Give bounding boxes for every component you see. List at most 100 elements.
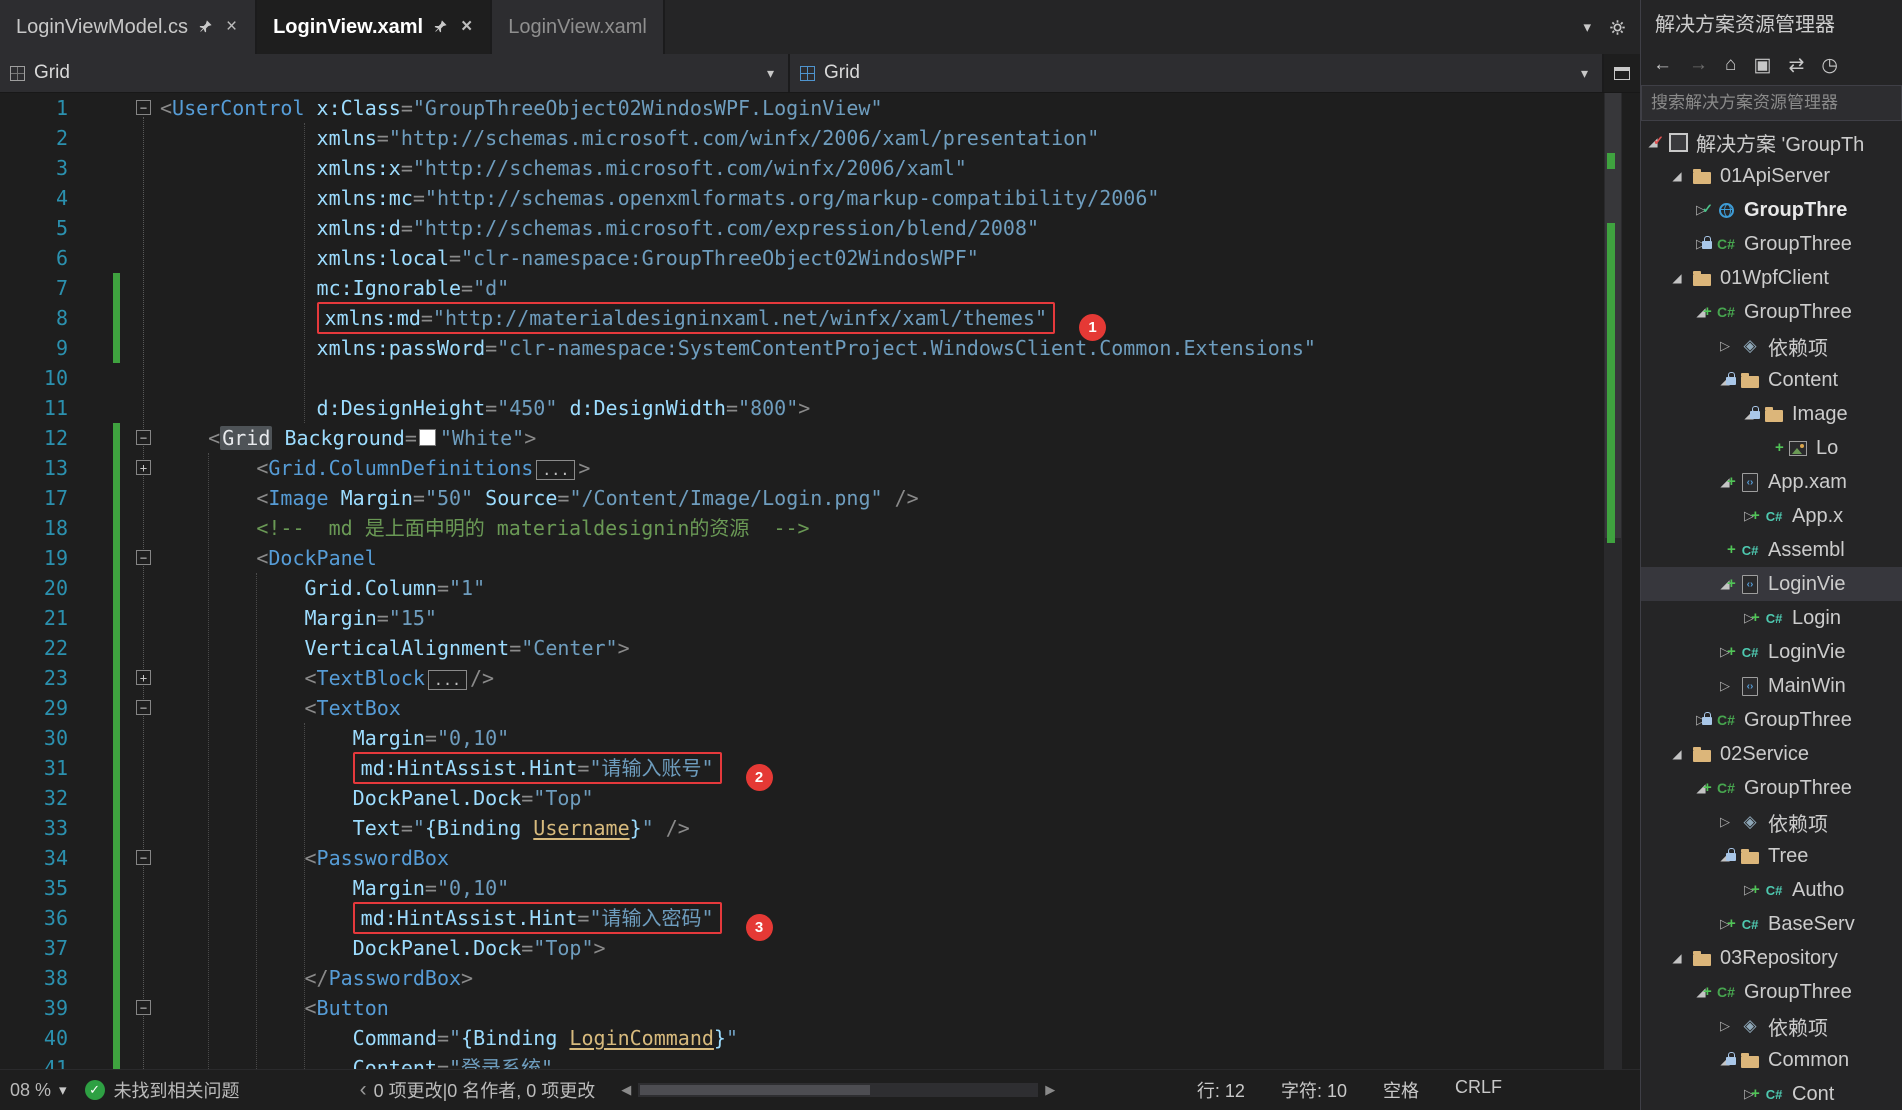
git-changes-indicator[interactable]: ‹ 0 项更改|0 名作者, 0 项更改 xyxy=(360,1077,596,1103)
tree-item[interactable]: ◢ ✓ 解决方案 'GroupTh xyxy=(1641,125,1902,159)
search-input[interactable] xyxy=(1641,85,1902,121)
code-line[interactable]: 9 xmlns:passWord="clr-namespace:SystemCo… xyxy=(0,333,1600,363)
tree-item[interactable]: ▷ ✓ GroupThre xyxy=(1641,193,1902,227)
code-line[interactable]: 6 xmlns:local="clr-namespace:GroupThreeO… xyxy=(0,243,1600,273)
code-line[interactable]: 37 DockPanel.Dock="Top"> xyxy=(0,933,1600,963)
tree-item[interactable]: + C# Assembl xyxy=(1641,533,1902,567)
fold-toggle[interactable]: − xyxy=(136,430,151,445)
tree-item[interactable]: ▷ + C# Login xyxy=(1641,601,1902,635)
fold-toggle[interactable]: − xyxy=(136,550,151,565)
expand-arrow[interactable]: ◢ xyxy=(1665,271,1689,285)
forward-icon[interactable]: → xyxy=(1689,54,1708,76)
fold-toggle[interactable]: − xyxy=(136,100,151,115)
tree-item[interactable]: ▷ ‹› MainWin xyxy=(1641,669,1902,703)
tree-item[interactable]: ▷ ◈ 依赖项 xyxy=(1641,1009,1902,1043)
fold-toggle[interactable]: − xyxy=(136,700,151,715)
code-line[interactable]: 3 xmlns:x="http://schemas.microsoft.com/… xyxy=(0,153,1600,183)
code-line[interactable]: 32 DockPanel.Dock="Top" xyxy=(0,783,1600,813)
tree-item[interactable]: ▷ + C# BaseServ xyxy=(1641,907,1902,941)
code-line[interactable]: 4 xmlns:mc="http://schemas.openxmlformat… xyxy=(0,183,1600,213)
expand-arrow[interactable]: ▷ xyxy=(1713,338,1737,354)
close-icon[interactable]: × xyxy=(459,16,474,38)
expand-arrow[interactable]: ▷ xyxy=(1713,1018,1737,1034)
code-line[interactable]: 20 Grid.Column="1" xyxy=(0,573,1600,603)
element-dropdown-right[interactable]: Grid ▾ xyxy=(790,54,1604,92)
tree-item[interactable]: ◢ 02Service xyxy=(1641,737,1902,771)
code-line[interactable]: 30 Margin="0,10" xyxy=(0,723,1600,753)
code-line[interactable]: 40 Command="{Binding LoginCommand}" xyxy=(0,1023,1600,1053)
tree-item[interactable]: ◢ + C# GroupThree xyxy=(1641,771,1902,805)
code-line[interactable]: 11 d:DesignHeight="450" d:DesignWidth="8… xyxy=(0,393,1600,423)
code-line[interactable]: 19 − <DockPanel xyxy=(0,543,1600,573)
tree-item[interactable]: ◢ Common xyxy=(1641,1043,1902,1077)
expand-arrow[interactable]: ▷ xyxy=(1713,814,1737,830)
code-line[interactable]: 34 − <PasswordBox xyxy=(0,843,1600,873)
horizontal-scrollbar[interactable]: ◀ ▶ xyxy=(621,1082,1055,1098)
split-editor-button[interactable] xyxy=(1604,54,1640,92)
code-line[interactable]: 23 + <TextBlock.../> xyxy=(0,663,1600,693)
scrollbar-track[interactable] xyxy=(638,1083,1039,1097)
code-line[interactable]: 22 VerticalAlignment="Center"> xyxy=(0,633,1600,663)
eol-indicator[interactable]: CRLF xyxy=(1455,1077,1502,1103)
expand-arrow[interactable]: ◢ xyxy=(1665,169,1689,183)
pending-changes-icon[interactable]: ◷ xyxy=(1821,54,1838,77)
tree-item[interactable]: ◢ 01WpfClient xyxy=(1641,261,1902,295)
tree-item[interactable]: ▷ ◈ 依赖项 xyxy=(1641,329,1902,363)
code-line[interactable]: 33 Text="{Binding Username}" /> xyxy=(0,813,1600,843)
window-list-caret-icon[interactable]: ▾ xyxy=(1583,18,1591,36)
scroll-left-icon[interactable]: ◀ xyxy=(621,1082,631,1098)
code-line[interactable]: 13 + <Grid.ColumnDefinitions... > xyxy=(0,453,1600,483)
home-icon[interactable]: ⌂ xyxy=(1725,54,1736,76)
compare-icon[interactable]: ⇄ xyxy=(1788,54,1804,77)
line-indicator[interactable]: 行: 12 xyxy=(1197,1077,1245,1103)
tree-item[interactable]: ◢ + ‹› LoginVie xyxy=(1641,567,1902,601)
code-line[interactable]: 8 xmlns:md="http://materialdesigninxaml.… xyxy=(0,302,1600,341)
collapsed-region[interactable]: ... xyxy=(427,670,468,690)
tree-item[interactable]: ▷ + C# LoginVie xyxy=(1641,635,1902,669)
code-line[interactable]: 7 mc:Ignorable="d" xyxy=(0,273,1600,303)
tree-item[interactable]: ▷ ◈ 依赖项 xyxy=(1641,805,1902,839)
tree-item[interactable]: ◢ 03Repository xyxy=(1641,941,1902,975)
tree-item[interactable]: ◢ Image xyxy=(1641,397,1902,431)
collapsed-region[interactable]: ... xyxy=(536,460,576,480)
code-line[interactable]: 2 xmlns="http://schemas.microsoft.com/wi… xyxy=(0,123,1600,153)
tree-item[interactable]: ▷ + C# Autho xyxy=(1641,873,1902,907)
tree-item[interactable]: ◢ 01ApiServer xyxy=(1641,159,1902,193)
code-line[interactable]: 31 md:HintAssist.Hint="请输入账号" 2 xyxy=(0,752,1600,791)
back-icon[interactable]: ← xyxy=(1653,54,1672,76)
vertical-scrollbar[interactable] xyxy=(1604,93,1622,1069)
code-line[interactable]: 36 md:HintAssist.Hint="请输入密码" 3 xyxy=(0,902,1600,941)
tab-loginviewmodel-cs[interactable]: LoginViewModel.cs × xyxy=(0,0,258,54)
scrollbar-thumb[interactable] xyxy=(640,1085,871,1095)
fold-toggle[interactable]: + xyxy=(136,460,151,475)
chevron-down-icon[interactable]: ▾ xyxy=(1581,65,1592,82)
code-editor[interactable]: 1− <UserControl x:Class="GroupThreeObject… xyxy=(0,93,1640,1069)
pin-icon[interactable] xyxy=(198,19,214,35)
chevron-down-icon[interactable]: ▾ xyxy=(767,65,778,82)
spaces-indicator[interactable]: 空格 xyxy=(1383,1077,1419,1103)
expand-arrow[interactable]: ▷ xyxy=(1713,678,1737,694)
gear-icon[interactable] xyxy=(1609,19,1626,36)
code-line[interactable]: 41 Content="登录系统" xyxy=(0,1053,1600,1069)
element-dropdown-left[interactable]: Grid ▾ xyxy=(0,54,790,92)
tree-item[interactable]: ◢ + ‹› App.xam xyxy=(1641,465,1902,499)
tree-item[interactable]: ▷ C# GroupThree xyxy=(1641,703,1902,737)
code-line[interactable]: 10 xyxy=(0,363,1600,393)
fold-toggle[interactable]: − xyxy=(136,850,151,865)
code-line[interactable]: 5 xmlns:d="http://schemas.microsoft.com/… xyxy=(0,213,1600,243)
column-indicator[interactable]: 字符: 10 xyxy=(1281,1077,1347,1103)
code-line[interactable]: 29 − <TextBox xyxy=(0,693,1600,723)
fold-toggle[interactable]: − xyxy=(136,1000,151,1015)
code-line[interactable]: 21 Margin="15" xyxy=(0,603,1600,633)
expand-arrow[interactable]: ◢ xyxy=(1665,951,1689,965)
expand-arrow[interactable]: ◢ xyxy=(1665,747,1689,761)
tree-item[interactable]: ▷ + C# App.x xyxy=(1641,499,1902,533)
tab-loginview-xaml[interactable]: LoginView.xaml × xyxy=(257,0,493,54)
tree-item[interactable]: + Lo xyxy=(1641,431,1902,465)
sync-active-document-icon[interactable]: ▣ xyxy=(1753,54,1771,77)
tree-item[interactable]: ◢ Tree xyxy=(1641,839,1902,873)
scroll-right-icon[interactable]: ▶ xyxy=(1045,1082,1055,1098)
code-line[interactable]: 38 </PasswordBox> xyxy=(0,963,1600,993)
code-line[interactable]: 18 <!-- md 是上面申明的 materialdesignin的资源 --… xyxy=(0,513,1600,543)
close-icon[interactable]: × xyxy=(224,16,239,38)
